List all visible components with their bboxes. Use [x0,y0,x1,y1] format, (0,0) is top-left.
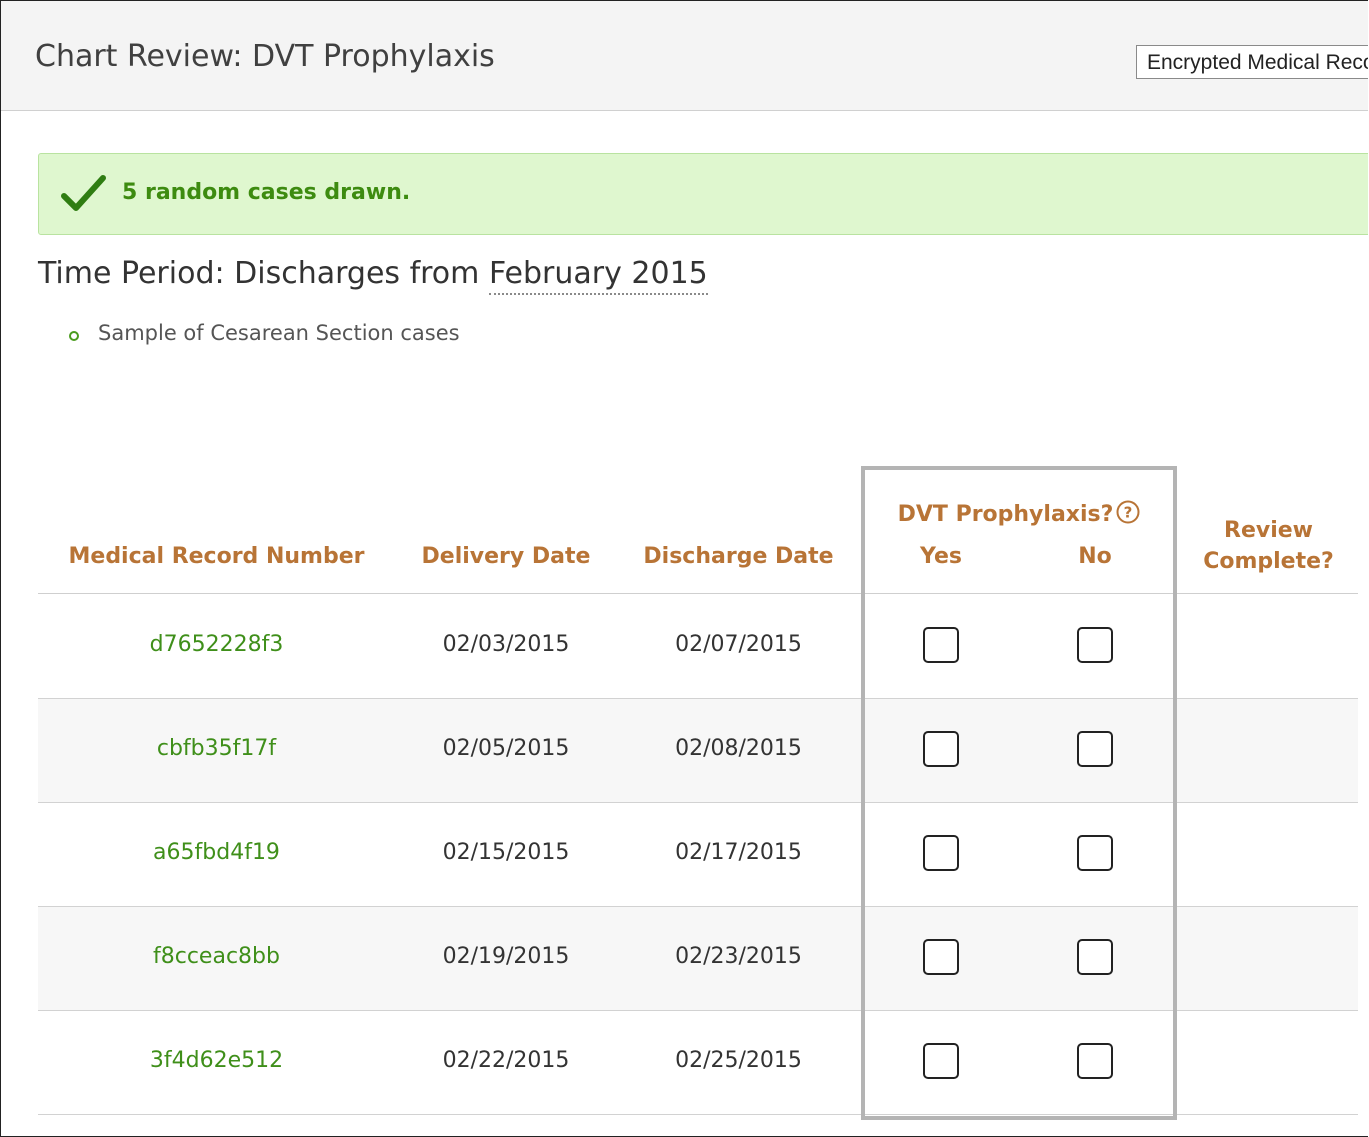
check-icon [61,175,106,211]
mrn-link[interactable]: f8cceac8bb [49,907,384,1010]
header-medical-record-number: Medical Record Number [68,544,365,569]
table-row: cbfb35f17f 02/05/2015 02/08/2015 [38,699,1358,803]
delivery-date: 02/15/2015 [442,840,570,865]
mrn-link[interactable]: d7652228f3 [49,595,384,698]
discharge-date: 02/17/2015 [675,840,802,865]
mrn-link[interactable]: 3f4d62e512 [49,1011,384,1114]
header-yes: Yes [920,544,962,569]
review-complete-cell [1181,595,1356,698]
delivery-date: 02/19/2015 [442,944,570,969]
discharge-date: 02/23/2015 [675,944,802,969]
page-header: Chart Review: DVT Prophylaxis Encrypted … [1,1,1368,111]
table-row: a65fbd4f19 02/15/2015 02/17/2015 [38,803,1358,907]
dvt-yes-checkbox[interactable] [923,731,959,767]
review-complete-cell [1181,803,1356,906]
success-alert: 5 random cases drawn. [38,153,1368,235]
header-delivery-date: Delivery Date [421,544,591,569]
page-title: Chart Review: DVT Prophylaxis [35,39,495,74]
time-period-heading: Time Period: Discharges from February 20… [38,256,708,295]
mrn-link[interactable]: a65fbd4f19 [49,803,384,906]
header-no: No [1078,544,1112,569]
svg-text:?: ? [1124,504,1133,522]
help-icon[interactable]: ? [1115,499,1141,525]
dvt-no-checkbox[interactable] [1077,1043,1113,1079]
table-row: 3f4d62e512 02/22/2015 02/25/2015 [38,1011,1358,1115]
dvt-yes-checkbox[interactable] [923,627,959,663]
table-row: f8cceac8bb 02/19/2015 02/23/2015 [38,907,1358,1011]
dvt-no-checkbox[interactable] [1077,627,1113,663]
dvt-yes-checkbox[interactable] [923,939,959,975]
review-complete-cell [1181,699,1356,802]
delivery-date: 02/03/2015 [442,632,570,657]
sample-notes: Sample of Cesarean Section cases [65,321,460,345]
table-row: d7652228f3 02/03/2015 02/07/2015 [38,595,1358,699]
note-item: Sample of Cesarean Section cases [65,321,460,345]
delivery-date: 02/05/2015 [442,736,570,761]
mrn-link[interactable]: cbfb35f17f [49,699,384,802]
dvt-no-checkbox[interactable] [1077,731,1113,767]
app-frame: Chart Review: DVT Prophylaxis Encrypted … [0,0,1368,1137]
alert-message: 5 random cases drawn. [122,180,411,205]
encryption-select[interactable]: Encrypted Medical Record Number [1136,45,1368,79]
header-dvt-label: DVT Prophylaxis? [897,502,1114,527]
header-dvt-prophylaxis: DVT Prophylaxis? ? [863,499,1176,527]
discharge-date: 02/08/2015 [675,736,802,761]
review-complete-cell [1181,1011,1356,1114]
header-review-line1: Review [1224,518,1313,543]
dvt-no-checkbox[interactable] [1077,835,1113,871]
discharge-date: 02/07/2015 [675,632,802,657]
review-complete-cell [1181,907,1356,1010]
header-review-complete: Review Complete? [1181,515,1356,577]
dvt-no-checkbox[interactable] [1077,939,1113,975]
header-divider [38,593,1358,594]
header-review-line2: Complete? [1203,549,1334,574]
discharge-date: 02/25/2015 [675,1048,802,1073]
time-period-prefix: Time Period: Discharges from [38,256,489,291]
dvt-yes-checkbox[interactable] [923,835,959,871]
dvt-yes-checkbox[interactable] [923,1043,959,1079]
time-period-month[interactable]: February 2015 [488,256,708,295]
header-discharge-date: Discharge Date [643,544,834,569]
delivery-date: 02/22/2015 [442,1048,570,1073]
